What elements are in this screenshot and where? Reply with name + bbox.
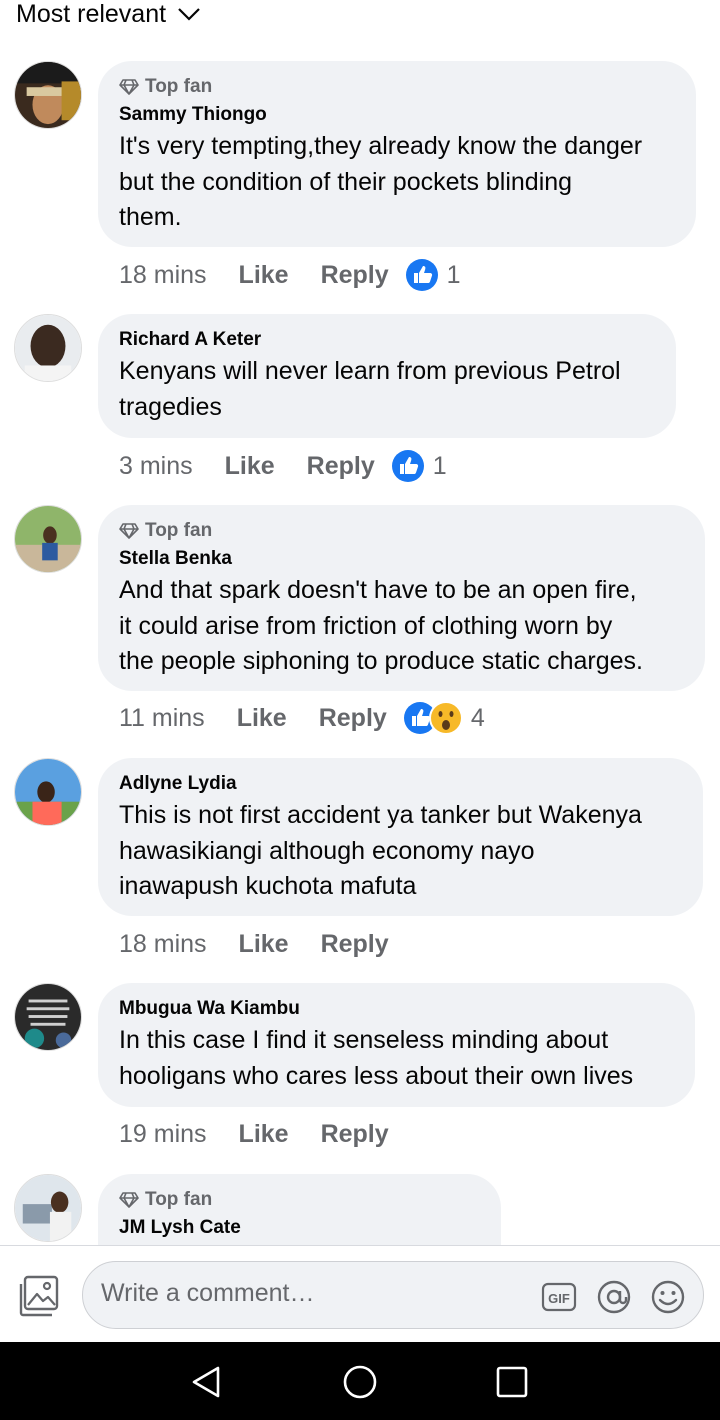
reply-button[interactable]: Reply [321,261,389,290]
comment-time[interactable]: 18 mins [119,261,207,290]
like-button[interactable]: Like [239,930,289,959]
comment-bubble[interactable]: Mbugua Wa Kiambu In this case I find it … [98,983,695,1107]
photo-gallery-icon[interactable] [19,1275,61,1317]
home-icon[interactable] [342,1364,378,1400]
comment-author[interactable]: Stella Benka [119,547,683,571]
comment-actions: 11 mins Like Reply 4 [119,698,485,738]
reply-button[interactable]: Reply [319,704,387,733]
like-button[interactable]: Like [237,704,287,733]
like-button[interactable]: Like [239,261,289,290]
mention-icon[interactable] [596,1279,632,1315]
comment-text: It's very tempting,they already know the… [119,132,643,231]
comment-time[interactable]: 3 mins [119,452,193,481]
top-fan-badge: Top fan [119,75,674,99]
comment-author[interactable]: Richard A Keter [119,328,654,352]
top-fan-badge: Top fan [119,1188,479,1212]
like-button[interactable]: Like [239,1120,289,1149]
badge-label: Top fan [145,1189,213,1210]
comment-bubble[interactable]: Adlyne Lydia This is not first accident … [98,758,703,916]
badge-label: Top fan [145,76,213,97]
wow-reaction-icon [428,701,463,735]
like-button[interactable]: Like [225,452,275,481]
comment-actions: 3 mins Like Reply 1 [119,446,447,486]
comment-input-placeholder: Write a comment… [101,1279,315,1307]
top-fan-badge: Top fan [119,519,683,543]
reply-button[interactable]: Reply [307,452,375,481]
comment-actions: 18 mins Like Reply [119,924,405,964]
avatar[interactable] [14,983,82,1051]
comment-bubble[interactable]: Top fan Sammy Thiongo It's very tempting… [98,61,696,247]
reaction-summary[interactable]: 1 [405,258,461,292]
comment-text: In this case I find it senseless minding… [119,1026,634,1090]
comment-author[interactable]: Sammy Thiongo [119,103,674,127]
badge-label: Top fan [145,520,213,541]
comment-input[interactable]: Write a comment… GIF [82,1261,704,1329]
reaction-summary[interactable]: 1 [391,449,447,483]
emoji-icon[interactable] [650,1279,686,1315]
like-reaction-icon [391,450,424,482]
comment-time[interactable]: 18 mins [119,930,207,959]
avatar[interactable] [14,758,82,826]
comment-text: Kenyans will never learn from previous P… [119,357,621,421]
system-nav-bar [0,1342,720,1420]
svg-text:GIF: GIF [548,1291,570,1306]
comment-author[interactable]: Adlyne Lydia [119,772,681,796]
diamond-icon [119,523,139,539]
like-reaction-icon [405,259,438,291]
comment-text: This is not first accident ya tanker but… [119,801,642,900]
avatar[interactable] [14,505,82,573]
reaction-summary[interactable]: 4 [403,701,485,735]
back-icon[interactable] [188,1364,224,1400]
diamond-icon [119,79,139,95]
comment-actions: 18 mins Like Reply 1 [119,255,461,295]
sort-label: Most relevant [16,0,167,28]
reply-button[interactable]: Reply [321,930,389,959]
comment-author[interactable]: JM Lysh Cate [119,1216,479,1240]
comment-text: And that spark doesn't have to be an ope… [119,576,643,675]
comment-actions: 19 mins Like Reply [119,1114,405,1154]
comment-time[interactable]: 11 mins [119,704,205,733]
comment-bubble[interactable]: Top fan Stella Benka And that spark does… [98,505,705,691]
avatar[interactable] [14,1174,82,1242]
comment-bubble[interactable]: Richard A Keter Kenyans will never learn… [98,314,676,438]
reaction-count: 1 [432,451,447,480]
diamond-icon [119,1192,139,1208]
sort-dropdown[interactable]: Most relevant [16,0,202,28]
avatar[interactable] [14,314,82,382]
chevron-down-icon [178,8,200,21]
reaction-count: 4 [470,703,485,732]
comment-time[interactable]: 19 mins [119,1120,207,1149]
reply-button[interactable]: Reply [321,1120,389,1149]
gif-icon[interactable]: GIF [541,1279,577,1315]
reaction-count: 1 [446,260,461,289]
avatar[interactable] [14,61,82,129]
comment-composer: Write a comment… GIF [0,1245,720,1342]
comment-author[interactable]: Mbugua Wa Kiambu [119,997,673,1021]
recents-icon[interactable] [494,1364,530,1400]
